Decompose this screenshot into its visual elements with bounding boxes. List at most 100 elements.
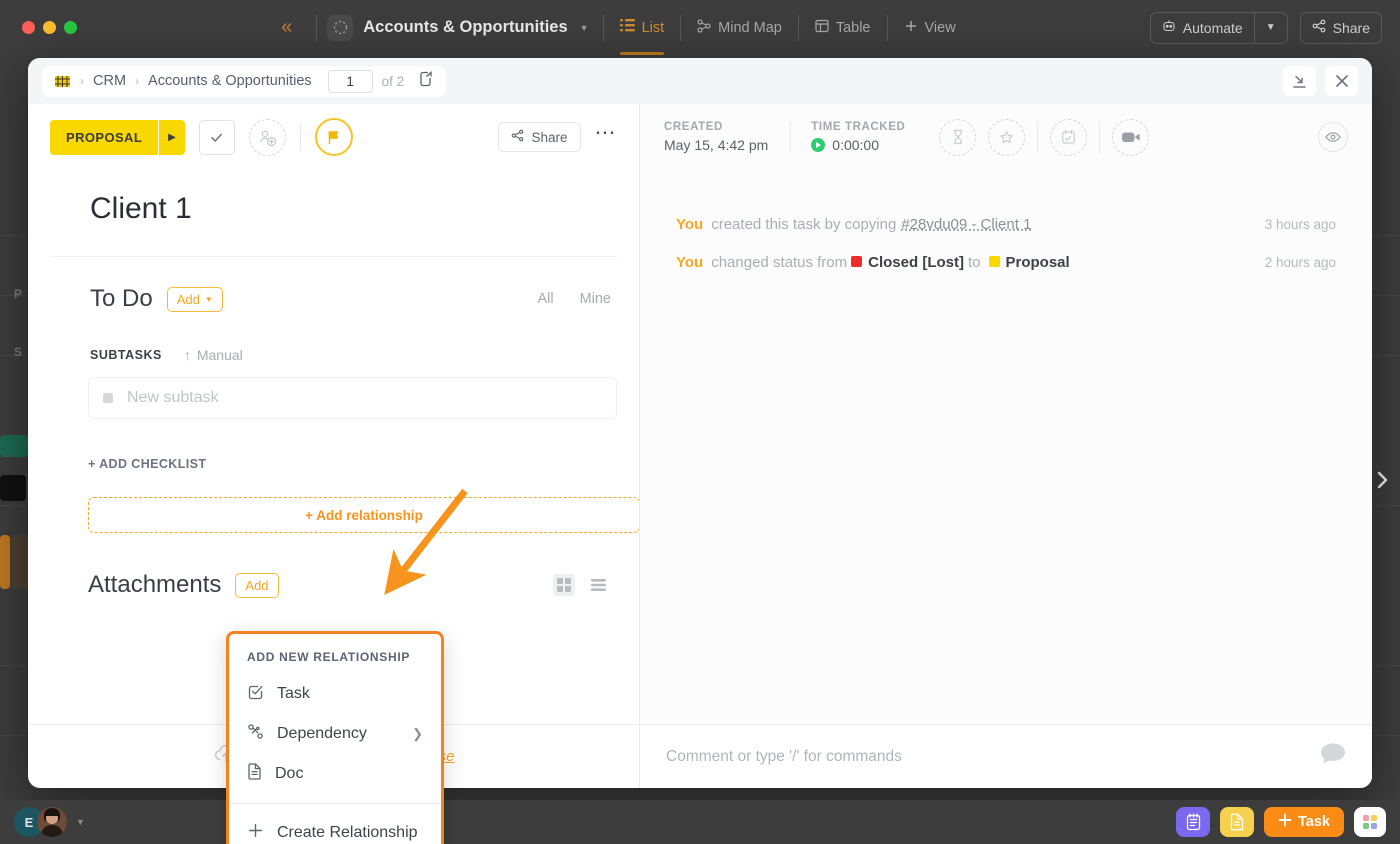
subtasks-header: SUBTASKS ↑ Manual <box>50 313 617 363</box>
todo-filters: All Mine <box>537 291 617 307</box>
share-task-button[interactable]: Share <box>498 122 580 152</box>
automate-button[interactable]: Automate ▼ <box>1150 12 1288 44</box>
filter-all[interactable]: All <box>537 291 553 307</box>
minimize-icon[interactable] <box>1283 66 1316 96</box>
table-icon <box>815 19 829 37</box>
chevron-down-icon[interactable]: ▼ <box>580 23 589 33</box>
new-subtask-input[interactable]: New subtask <box>88 377 617 419</box>
todo-label: To Do <box>90 285 153 313</box>
breadcrumb-separator: › <box>135 74 139 88</box>
modal-header: › CRM › Accounts & Opportunities 1 of 2 <box>28 58 1372 104</box>
task-detail-icons <box>925 119 1149 156</box>
relationship-menu-title: ADD NEW RELATIONSHIP <box>229 634 441 674</box>
close-window-button[interactable] <box>22 21 35 34</box>
more-options-icon[interactable]: ⋯ <box>595 128 618 146</box>
subtasks-sort-button[interactable]: ↑ Manual <box>184 347 243 363</box>
eye-icon[interactable] <box>1318 122 1348 152</box>
breadcrumb-space[interactable]: CRM <box>93 73 126 89</box>
activity-task-link[interactable]: #28vdu09 - Client 1 <box>901 216 1031 233</box>
tab-mind-map-label: Mind Map <box>718 20 782 36</box>
chevron-down-icon[interactable]: ▼ <box>76 817 85 827</box>
hourglass-icon[interactable] <box>939 119 976 156</box>
window-traffic-lights[interactable] <box>0 21 77 34</box>
priority-flag-button[interactable] <box>315 118 353 156</box>
tab-list-label: List <box>642 20 665 36</box>
subtasks-sort-label: Manual <box>197 347 243 363</box>
page-number-input[interactable]: 1 <box>328 70 373 93</box>
share-icon <box>1312 19 1326 36</box>
add-assignee-button[interactable] <box>249 119 286 156</box>
menu-item-doc[interactable]: Doc <box>229 754 441 794</box>
status-next-icon[interactable]: ▶ <box>158 120 185 155</box>
plus-icon <box>1278 813 1292 831</box>
page-total-label: of 2 <box>382 74 405 89</box>
docs-icon[interactable] <box>1220 807 1254 837</box>
apps-grid-icon[interactable] <box>1354 807 1386 837</box>
chevron-down-icon: ▼ <box>205 295 213 304</box>
status-badge[interactable]: PROPOSAL ▶ <box>50 120 185 155</box>
space-breadcrumb[interactable]: Accounts & Opportunities ▼ <box>317 9 602 47</box>
status-color-swatch-from <box>851 256 862 267</box>
add-checklist-button[interactable]: + ADD CHECKLIST <box>50 419 617 471</box>
activity-actor[interactable]: You <box>676 254 703 271</box>
minimize-window-button[interactable] <box>43 21 56 34</box>
activity-feed: You created this task by copying #28vdu0… <box>640 170 1372 724</box>
activity-text: changed status from <box>711 254 847 271</box>
activity-status-to: Proposal <box>1006 254 1070 271</box>
add-view-button[interactable]: View <box>888 0 972 55</box>
attachments-add-button[interactable]: Add <box>235 573 278 598</box>
robot-icon <box>1162 19 1176 36</box>
filter-mine[interactable]: Mine <box>580 291 611 307</box>
notepad-icon[interactable] <box>1176 807 1210 837</box>
plus-icon <box>904 19 918 37</box>
attachments-view-toggle <box>553 574 617 596</box>
avatar-photo[interactable] <box>37 807 67 837</box>
close-icon[interactable] <box>1325 66 1358 96</box>
app-window: « Accounts & Opportunities ▼ List Mind <box>0 0 1400 844</box>
status-color-swatch-to <box>989 256 1000 267</box>
collapse-sidebar-icon[interactable]: « <box>255 16 316 39</box>
automate-dropdown-icon[interactable]: ▼ <box>1255 13 1287 43</box>
screen-record-icon[interactable] <box>1112 119 1149 156</box>
menu-item-task-label: Task <box>277 685 310 703</box>
chevron-right-icon: ❯ <box>412 726 423 742</box>
menu-item-create-relationship[interactable]: Create Relationship <box>229 813 441 844</box>
divider <box>1037 121 1038 153</box>
share-button-top[interactable]: Share <box>1300 12 1382 44</box>
user-avatars[interactable]: E ▼ <box>14 807 85 837</box>
new-subtask-placeholder: New subtask <box>127 389 219 407</box>
add-relationship-button[interactable]: + Add relationship <box>88 497 639 533</box>
todo-add-button[interactable]: Add ▼ <box>167 287 223 312</box>
points-star-icon[interactable] <box>988 119 1025 156</box>
create-task-button[interactable]: Task <box>1264 807 1344 837</box>
list-view-icon[interactable] <box>587 574 609 596</box>
comment-bubble-icon[interactable] <box>1320 742 1346 771</box>
tab-mind-map[interactable]: Mind Map <box>681 0 798 55</box>
menu-item-create-label: Create Relationship <box>277 824 418 842</box>
mark-complete-button[interactable] <box>199 120 235 155</box>
sort-up-arrow-icon: ↑ <box>184 347 191 363</box>
attachments-label: Attachments <box>88 571 221 599</box>
menu-item-task[interactable]: Task <box>229 674 441 714</box>
start-timer-icon[interactable] <box>811 138 825 152</box>
breadcrumb-list[interactable]: Accounts & Opportunities <box>148 73 312 89</box>
time-tracked-meta[interactable]: TIME TRACKED 0:00:00 <box>791 121 925 153</box>
comment-bar[interactable]: Comment or type '/' for commands <box>640 724 1372 788</box>
created-key: CREATED <box>664 121 768 133</box>
top-bar-actions: Automate ▼ Share <box>1150 12 1400 44</box>
add-relationship-menu: ADD NEW RELATIONSHIP Task Dependency ❯ D… <box>226 631 444 844</box>
activity-timestamp: 2 hours ago <box>1265 255 1336 270</box>
maximize-window-button[interactable] <box>64 21 77 34</box>
comment-input[interactable]: Comment or type '/' for commands <box>666 748 902 766</box>
dependency-icon <box>247 723 264 745</box>
next-task-button[interactable] <box>1370 460 1394 500</box>
modal-header-buttons <box>1283 66 1358 96</box>
page-title[interactable]: Client 1 <box>50 170 617 256</box>
menu-item-dependency[interactable]: Dependency ❯ <box>229 714 441 754</box>
due-date-icon[interactable] <box>1050 119 1087 156</box>
open-in-new-icon[interactable] <box>419 71 434 92</box>
grid-view-icon[interactable] <box>553 574 575 596</box>
activity-actor[interactable]: You <box>676 216 703 233</box>
tab-table[interactable]: Table <box>799 0 887 55</box>
tab-list[interactable]: List <box>604 0 681 55</box>
